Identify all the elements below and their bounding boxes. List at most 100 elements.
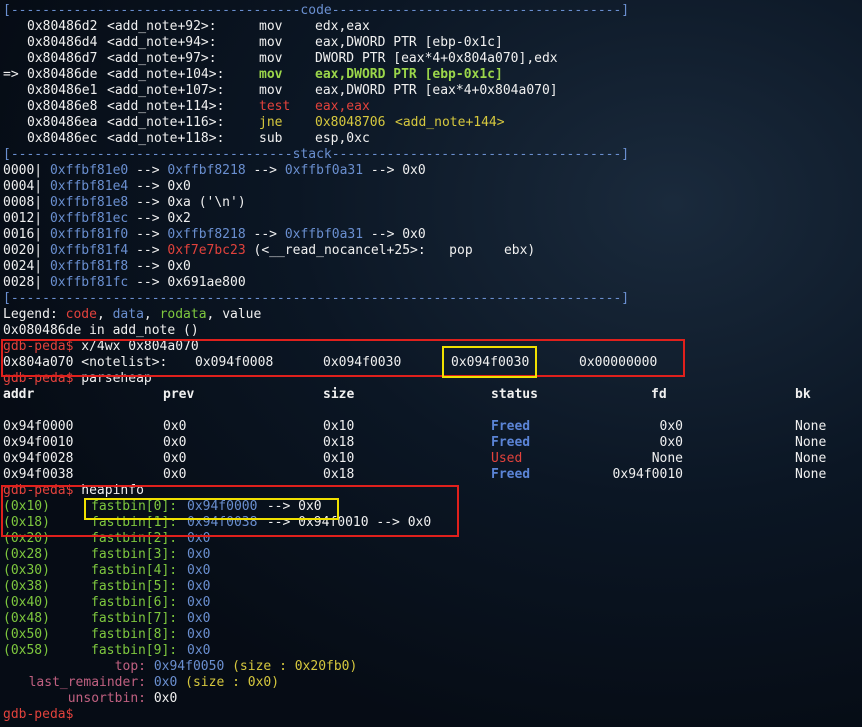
stack-offset: 0016| [3, 227, 43, 242]
instruction-address: 0x80486e1 [27, 83, 98, 98]
col-header-bk: bk [795, 387, 811, 402]
instruction-symbol: <add_note+114>: [107, 99, 225, 114]
heap-table: 0x94f0000 0x0 0x10 Freed 0x0 None 0x94f0010 0x0… [3, 419, 859, 483]
col-header-fd: fd [651, 387, 667, 402]
fastbin-name: fastbin[9]: [91, 643, 178, 658]
stack-value: --> [128, 163, 168, 178]
stack-value: --> 0x2 [128, 211, 191, 226]
fastbin-entry: (0x40) fastbin[6]: 0x0 [3, 595, 859, 611]
heap-cell-prev: 0x0 [163, 435, 187, 450]
fastbin-entry: (0x50) fastbin[8]: 0x0 [3, 627, 859, 643]
heap-cell-size: 0x18 [323, 435, 355, 450]
instruction-address: 0x80486d7 [27, 51, 98, 66]
fastbin-entry: (0x28) fastbin[3]: 0x0 [3, 547, 859, 563]
fastbin-name: fastbin[6]: [91, 595, 178, 610]
stack-line: 0016| 0xffbf81f0 --> 0xffbf8218 --> 0xff… [3, 227, 859, 243]
stack-offset: 0000| [3, 163, 43, 178]
pc-marker [3, 115, 27, 131]
fastbin-size: (0x40) [3, 595, 50, 610]
col-header-addr: addr [3, 387, 35, 402]
stack-value: --> [245, 163, 285, 178]
stack-offset: 0004| [3, 179, 43, 194]
stack-address: 0xffbf81fc [49, 275, 129, 290]
legend-line: Legend: code, data, rodata, value [3, 307, 262, 322]
heap-cell-addr: 0x94f0028 [3, 451, 74, 466]
pc-marker [3, 51, 27, 67]
stack-listing: 0000| 0xffbf81e0 --> 0xffbf8218 --> 0xff… [3, 163, 859, 291]
instruction-operands: 0x8048706 [315, 115, 386, 130]
fastbin-head: 0x0 [187, 595, 211, 610]
heap-cell-addr: 0x94f0038 [3, 467, 74, 482]
instruction-address: 0x80486ea [27, 115, 98, 130]
heap-cell-status: Freed [491, 419, 531, 434]
instruction-opcode: sub [259, 131, 283, 146]
instruction-symbol: <add_note+92>: [107, 19, 217, 34]
heap-cell-status: Freed [491, 467, 531, 482]
stack-line: 0020| 0xffbf81f4 --> 0xf7e7bc23 (<__read… [3, 243, 859, 259]
instruction-symbol: <add_note+116>: [107, 115, 225, 130]
code-line: 0x80486ea <add_note+116>: jne 0x8048706 <add… [3, 115, 859, 131]
stack-line: 0012| 0xffbf81ec --> 0x2 [3, 211, 859, 227]
heap-cell-fd: None [651, 451, 683, 466]
instruction-address: 0x80486d2 [27, 19, 98, 34]
fastbin-entry: (0x38) fastbin[5]: 0x0 [3, 579, 859, 595]
heap-cell-size: 0x10 [323, 419, 355, 434]
fastbin-name: fastbin[5]: [91, 579, 178, 594]
instruction-address: 0x80486d4 [27, 35, 98, 50]
col-header-size: size [323, 387, 355, 402]
stack-value: --> [245, 227, 285, 242]
heap-chunk-row: 0x94f0028 0x0 0x10 Used None None [3, 451, 859, 467]
command-line-empty[interactable]: gdb-peda$ [3, 707, 859, 723]
code-listing: 0x80486d2 <add_note+92>: mov edx,eax 0x8048… [3, 19, 859, 147]
stack-address: 0xffbf81ec [49, 211, 129, 226]
legend-rodata: rodata [159, 307, 207, 322]
stack-value: --> [128, 243, 168, 258]
fastbin-entry: (0x48) fastbin[7]: 0x0 [3, 611, 859, 627]
last-remainder-line: last_remainder: 0x0 (size : 0x0) [28, 675, 280, 690]
fastbin-head: 0x0 [187, 547, 211, 562]
fastbin-size: (0x38) [3, 579, 50, 594]
heap-cell-addr: 0x94f0000 [3, 419, 74, 434]
heap-cell-fd: 0x0 [659, 419, 683, 434]
stack-value: --> 0xa ('\n') [128, 195, 246, 210]
legend-data: data [112, 307, 144, 322]
heap-cell-bk: None [795, 419, 827, 434]
heap-cell-prev: 0x0 [163, 467, 187, 482]
stack-value: 0xffbf8218 [167, 227, 246, 242]
stack-value: --> 0x0 [128, 259, 191, 274]
heap-cell-prev: 0x0 [163, 451, 187, 466]
stack-value: --> 0x0 [363, 163, 426, 178]
instruction-address: 0x80486e8 [27, 99, 98, 114]
pc-marker [3, 99, 27, 115]
stack-value: --> 0x0 [128, 179, 191, 194]
pc-marker [3, 35, 27, 51]
unsortbin-line: unsortbin: 0x0 [67, 691, 178, 706]
fastbin-head: 0x0 [187, 611, 211, 626]
notelist-entry-highlight-box [442, 346, 537, 378]
stack-address: 0xffbf81f8 [49, 259, 129, 274]
pc-marker [3, 19, 27, 35]
fastbin-head: 0x0 [187, 579, 211, 594]
instruction-opcode: mov [259, 19, 283, 34]
fastbin0-highlight-box [84, 498, 339, 520]
stack-offset: 0020| [3, 243, 43, 258]
instruction-symbol: <add_note+107>: [107, 83, 225, 98]
heap-cell-status: Freed [491, 435, 531, 450]
stack-offset: 0012| [3, 211, 43, 226]
heap-cell-size: 0x10 [323, 451, 355, 466]
stack-address: 0xffbf81e4 [49, 179, 129, 194]
legend-value: value [222, 307, 262, 322]
instruction-operands: edx,eax [315, 19, 370, 34]
heap-cell-bk: None [795, 451, 827, 466]
heap-table-header: addr prev size status fd bk [3, 387, 859, 403]
fastbin-size: (0x50) [3, 627, 50, 642]
instruction-address: 0x80486ec [27, 131, 98, 146]
stack-value: 0xf7e7bc23 [167, 243, 246, 258]
heap-cell-status: Used [491, 451, 523, 466]
current-instruction: => 0x80486de <add_note+104>: mov eax,DWORD … [3, 67, 859, 83]
top-chunk-line: top: 0x94f0050 (size : 0x20fb0) [114, 659, 358, 674]
instruction-operands: eax,eax [315, 99, 370, 114]
